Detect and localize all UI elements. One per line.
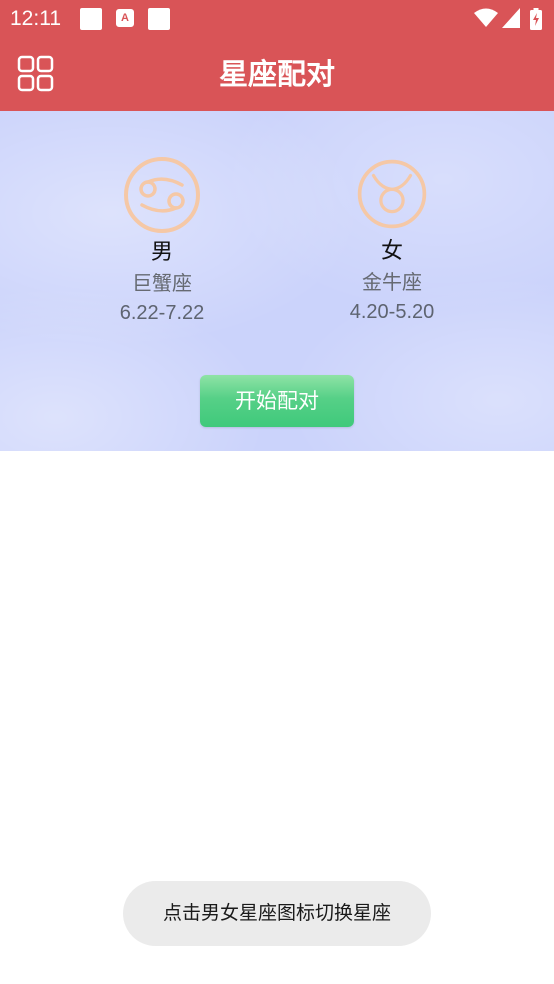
female-gender-label: 女 <box>380 239 403 264</box>
male-sign-name: 巨蟹座 <box>132 271 192 295</box>
taurus-zodiac-icon[interactable] <box>355 157 429 231</box>
hint-toast: 点击男女星座图标切换星座 <box>123 881 431 946</box>
square-notification-icon <box>80 8 102 30</box>
male-sign-date-range: 6.22-7.22 <box>119 302 205 324</box>
cancer-zodiac-icon[interactable] <box>122 155 202 235</box>
cellular-signal-icon <box>502 8 520 28</box>
male-sign-selector[interactable]: 男 巨蟹座 6.22-7.22 <box>62 111 262 328</box>
page-title: 星座配对 <box>218 57 335 91</box>
female-sign-date-range: 4.20-5.20 <box>349 301 435 323</box>
female-sign-selector[interactable]: 女 金牛座 4.20-5.20 <box>292 111 492 327</box>
status-time: 12:11 <box>10 7 61 30</box>
start-match-button[interactable]: 开始配对 <box>200 375 354 427</box>
notif-a-letter: A <box>121 12 129 24</box>
zodiac-pair-panel: 男 巨蟹座 6.22-7.22 女 金牛座 4.20-5.20 开始配对 <box>0 111 554 451</box>
status-bar: 12:11 A <box>0 0 554 38</box>
male-gender-label: 男 <box>150 240 173 265</box>
grid-menu-icon[interactable] <box>16 54 56 94</box>
wifi-icon <box>474 8 498 27</box>
app-bar: 星座配对 <box>0 38 554 111</box>
female-sign-name: 金牛座 <box>362 270 422 294</box>
battery-charging-icon <box>530 8 542 30</box>
square-notification-icon <box>148 8 170 30</box>
app-a-notification-icon: A <box>116 9 134 27</box>
